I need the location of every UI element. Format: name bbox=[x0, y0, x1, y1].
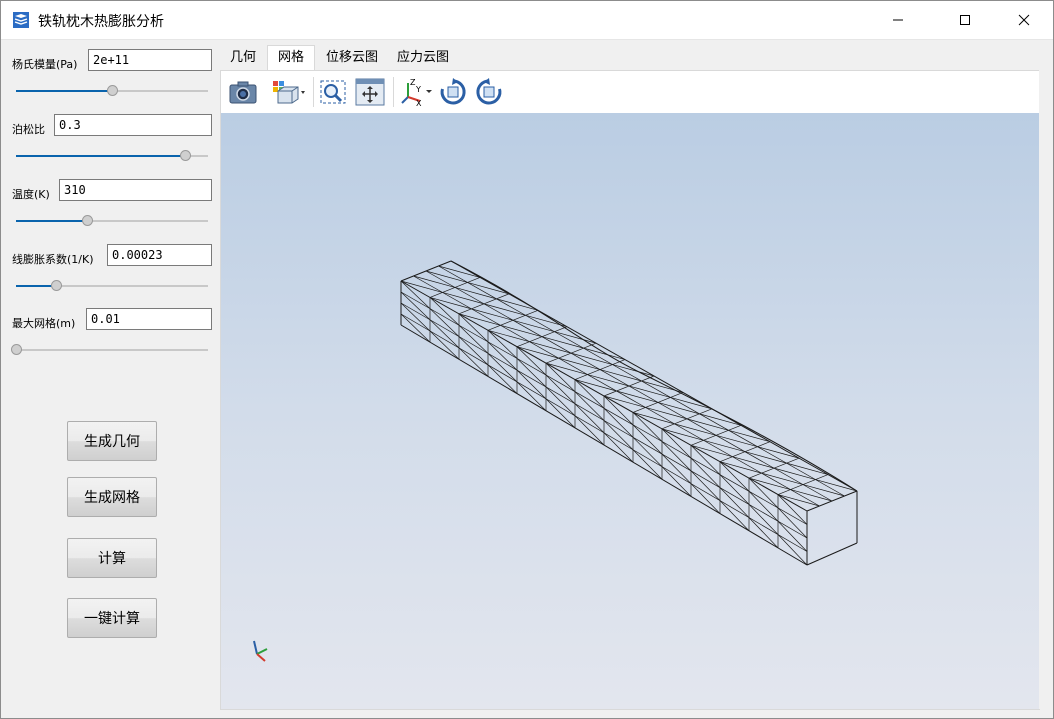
generate-mesh-button[interactable]: 生成网格 bbox=[67, 477, 157, 517]
generate-geometry-button[interactable]: 生成几何 bbox=[67, 421, 157, 461]
view-orientation-button[interactable] bbox=[269, 77, 309, 107]
close-icon bbox=[1018, 14, 1030, 26]
slider-thumb[interactable] bbox=[107, 85, 118, 96]
param-temperature: 温度(K) 310 bbox=[1, 179, 219, 239]
tab-geometry[interactable]: 几何 bbox=[220, 46, 266, 70]
expansion-coef-slider[interactable] bbox=[16, 280, 208, 292]
expansion-coef-input[interactable]: 0.00023 bbox=[107, 244, 212, 266]
axis-triad-icon bbox=[253, 640, 268, 662]
slider-thumb[interactable] bbox=[11, 344, 22, 355]
compute-button[interactable]: 计算 bbox=[67, 538, 157, 578]
window-title: 铁轨枕木热膨胀分析 bbox=[38, 14, 164, 30]
mesh-tab-content: Z Y X bbox=[220, 70, 1040, 710]
3d-mesh-viewport[interactable] bbox=[221, 113, 1039, 709]
param-label: 杨氏模量(Pa) bbox=[12, 58, 78, 71]
slider-track bbox=[16, 349, 208, 351]
minimize-icon bbox=[893, 19, 903, 21]
rotate-clockwise-button[interactable] bbox=[437, 77, 469, 107]
poisson-ratio-input[interactable]: 0.3 bbox=[54, 114, 212, 136]
temperature-slider[interactable] bbox=[16, 215, 208, 227]
youngs-modulus-input[interactable]: 2e+11 bbox=[88, 49, 212, 71]
param-expansion-coef: 线膨胀系数(1/K) 0.00023 bbox=[1, 244, 219, 304]
rotate-counterclockwise-button[interactable] bbox=[473, 77, 505, 107]
one-click-compute-button[interactable]: 一键计算 bbox=[67, 598, 157, 638]
zoom-box-icon bbox=[320, 80, 346, 104]
slider-fill bbox=[16, 155, 185, 157]
slider-thumb[interactable] bbox=[51, 280, 62, 291]
screenshot-button[interactable] bbox=[227, 77, 259, 107]
app-icon bbox=[13, 12, 29, 28]
view-toolbar: Z Y X bbox=[221, 71, 1039, 113]
slider-fill bbox=[16, 90, 112, 92]
param-max-mesh: 最大网格(m) 0.01 bbox=[1, 308, 219, 368]
slider-thumb[interactable] bbox=[82, 215, 93, 226]
max-mesh-slider[interactable] bbox=[11, 344, 208, 356]
view-cube-icon bbox=[273, 81, 305, 104]
param-label: 线膨胀系数(1/K) bbox=[12, 253, 94, 266]
parameter-panel: 杨氏模量(Pa) 2e+11 泊松比 0.3 温度(K) 310 线膨胀系数(1… bbox=[1, 40, 219, 718]
main-window: 铁轨枕木热膨胀分析 杨氏模量(Pa) 2e+11 泊松比 0.3 温度(K) 3… bbox=[0, 0, 1054, 719]
svg-text:X: X bbox=[416, 99, 422, 107]
title-bar: 铁轨枕木热膨胀分析 bbox=[1, 1, 1053, 39]
rotate-cw-icon bbox=[440, 78, 466, 105]
toolbar-separator bbox=[393, 77, 394, 107]
param-poisson-ratio: 泊松比 0.3 bbox=[1, 114, 219, 174]
param-youngs-modulus: 杨氏模量(Pa) 2e+11 bbox=[1, 49, 219, 109]
mesh-wireframe bbox=[400, 260, 858, 566]
maximize-icon bbox=[960, 15, 970, 25]
close-button[interactable] bbox=[1001, 1, 1047, 39]
param-label: 泊松比 bbox=[12, 123, 45, 136]
sleeper-mesh-model bbox=[253, 260, 858, 662]
rotate-ccw-icon bbox=[476, 78, 502, 105]
param-label: 温度(K) bbox=[12, 188, 50, 201]
camera-icon bbox=[229, 81, 257, 104]
right-edge-strip bbox=[1039, 46, 1053, 709]
max-mesh-input[interactable]: 0.01 bbox=[86, 308, 212, 330]
axes-view-button[interactable]: Z Y X bbox=[398, 77, 434, 107]
temperature-input[interactable]: 310 bbox=[59, 179, 212, 201]
poisson-ratio-slider[interactable] bbox=[16, 150, 208, 162]
slider-fill bbox=[16, 285, 56, 287]
fit-all-button[interactable] bbox=[354, 77, 386, 107]
toolbar-separator bbox=[313, 77, 314, 107]
maximize-button[interactable] bbox=[942, 1, 988, 39]
fit-all-icon bbox=[355, 78, 385, 106]
tab-displacement[interactable]: 位移云图 bbox=[317, 46, 387, 70]
param-label: 最大网格(m) bbox=[12, 317, 76, 330]
minimize-button[interactable] bbox=[875, 1, 921, 39]
svg-text:Y: Y bbox=[415, 85, 421, 94]
axes-view-icon: Z Y X bbox=[401, 78, 432, 107]
tab-stress[interactable]: 应力云图 bbox=[390, 46, 456, 70]
slider-thumb[interactable] bbox=[180, 150, 191, 161]
youngs-modulus-slider[interactable] bbox=[16, 85, 208, 97]
slider-fill bbox=[16, 220, 87, 222]
zoom-box-button[interactable] bbox=[317, 77, 349, 107]
tab-mesh[interactable]: 网格 bbox=[267, 45, 315, 71]
